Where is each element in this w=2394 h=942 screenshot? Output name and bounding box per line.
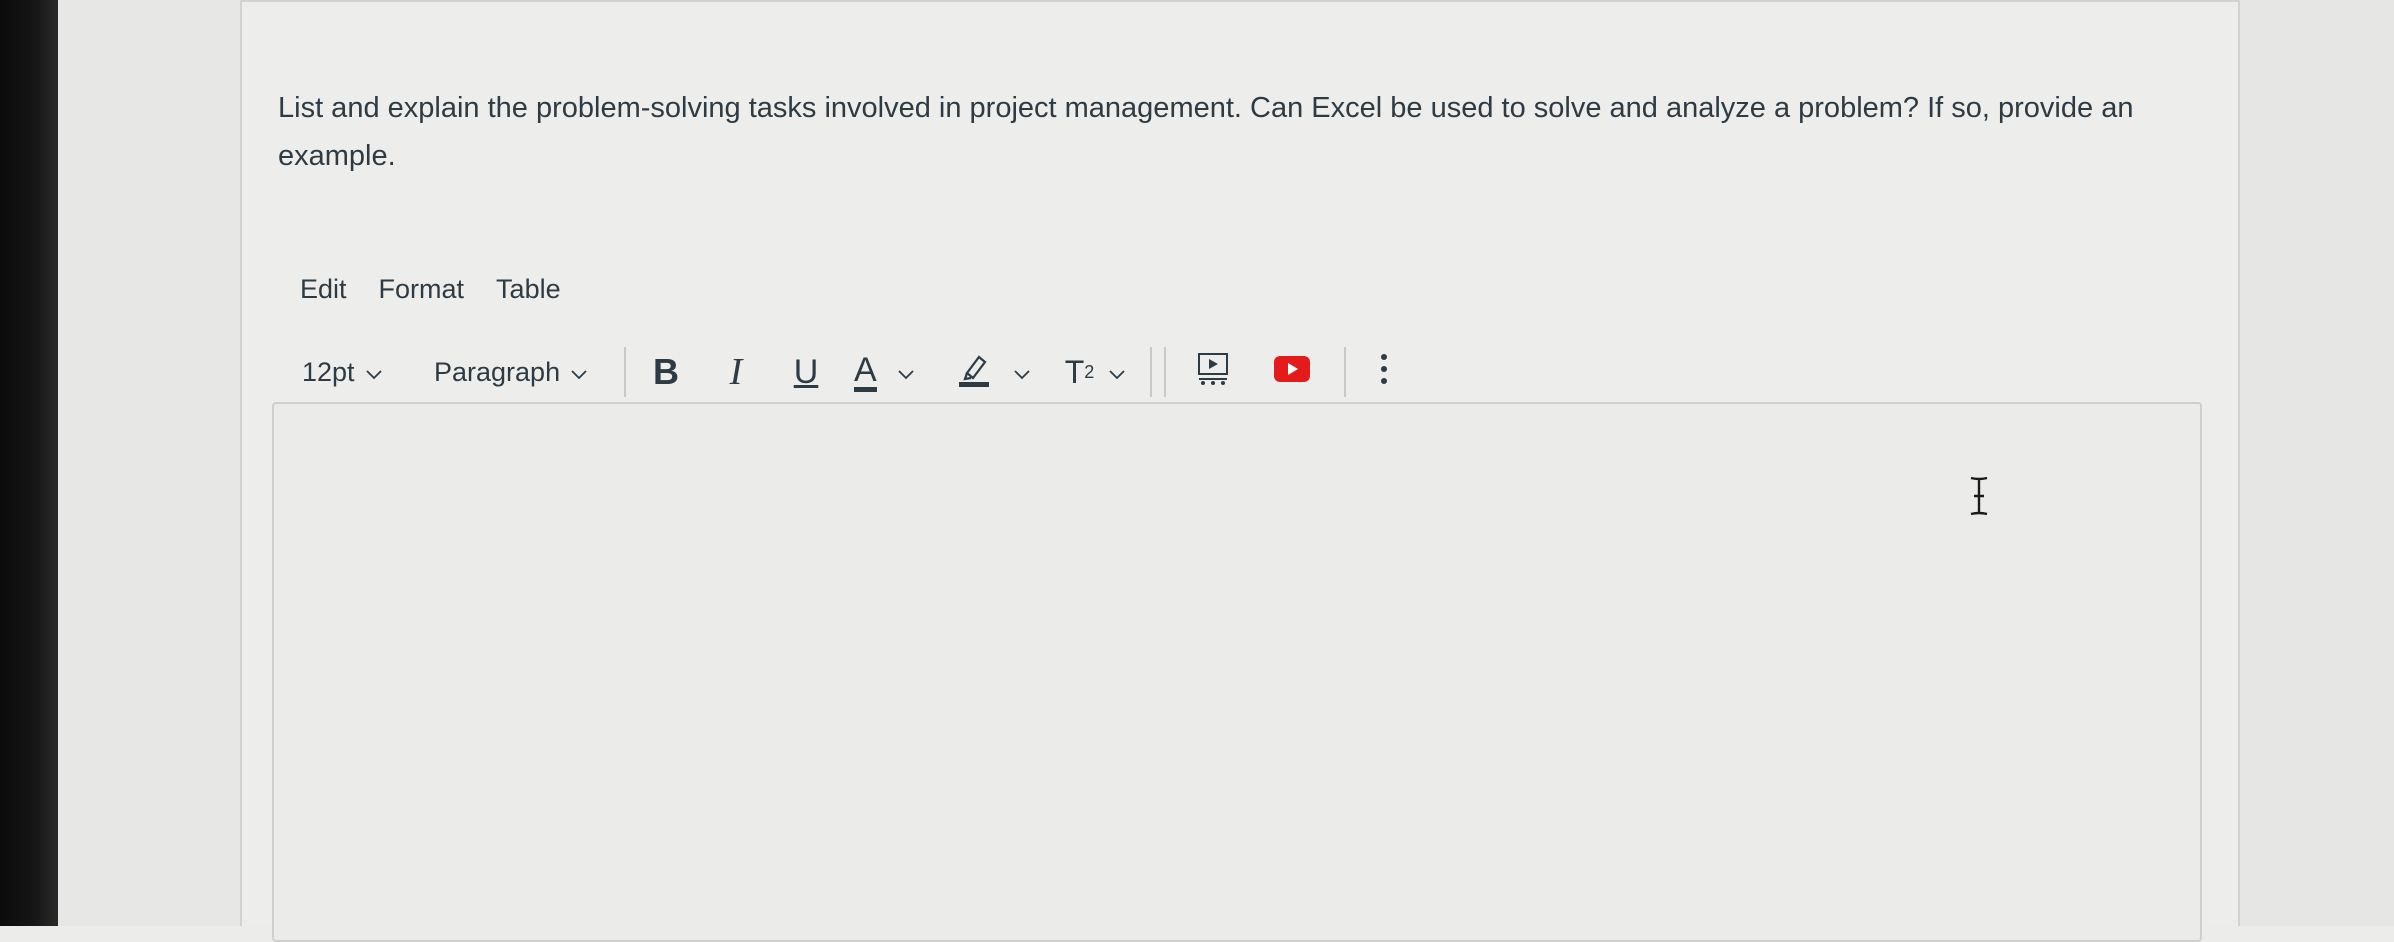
bold-label: B [653, 351, 679, 392]
chevron-down-icon [1108, 357, 1126, 388]
question-text: List and explain the problem-solving tas… [278, 92, 2134, 172]
media-icon [1196, 351, 1230, 394]
screen-bezel [0, 0, 58, 926]
highlighter-icon [957, 351, 991, 394]
bold-button[interactable]: B [644, 351, 688, 393]
page-background [58, 0, 240, 926]
more-vertical-icon [1380, 353, 1388, 392]
rich-text-editor-area[interactable] [272, 402, 2202, 942]
italic-label: I [729, 351, 743, 393]
block-format-value: Paragraph [434, 356, 561, 387]
menu-format[interactable]: Format [379, 274, 465, 314]
chevron-down-icon [365, 357, 383, 388]
chevron-down-icon [570, 357, 588, 388]
youtube-button[interactable] [1274, 355, 1311, 389]
insert-media-button[interactable] [1196, 351, 1230, 394]
underline-button[interactable]: U [784, 353, 828, 392]
editor-menubar: Edit Format Table [300, 274, 561, 314]
menu-edit[interactable]: Edit [300, 274, 347, 314]
block-format-select[interactable]: Paragraph [434, 357, 606, 388]
menu-table[interactable]: Table [496, 274, 561, 314]
toolbar-divider [624, 347, 626, 397]
superscript-label: T [1064, 353, 1085, 390]
youtube-icon [1274, 355, 1311, 389]
chevron-down-icon [1013, 357, 1031, 388]
chevron-down-icon [897, 357, 915, 388]
italic-button[interactable]: I [714, 350, 758, 394]
toolbar-divider [1150, 347, 1153, 397]
text-color-label: A [854, 353, 877, 392]
toolbar-divider [1164, 347, 1167, 397]
highlight-color-button[interactable] [957, 351, 1031, 394]
more-options-button[interactable] [1380, 353, 1388, 392]
toolbar-divider [1344, 347, 1347, 397]
font-size-select[interactable]: 12pt [302, 357, 402, 388]
superscript-exponent: 2 [1084, 361, 1095, 382]
editor-toolbar: 12pt Paragraph B I U A T 2 [302, 346, 1388, 398]
text-color-button[interactable]: A [854, 353, 915, 392]
page-background-right [2240, 0, 2394, 926]
text-cursor-icon [1968, 476, 1990, 521]
font-size-value: 12pt [302, 356, 355, 387]
underline-label: U [793, 352, 819, 391]
superscript-button[interactable]: T2 [1065, 354, 1127, 391]
